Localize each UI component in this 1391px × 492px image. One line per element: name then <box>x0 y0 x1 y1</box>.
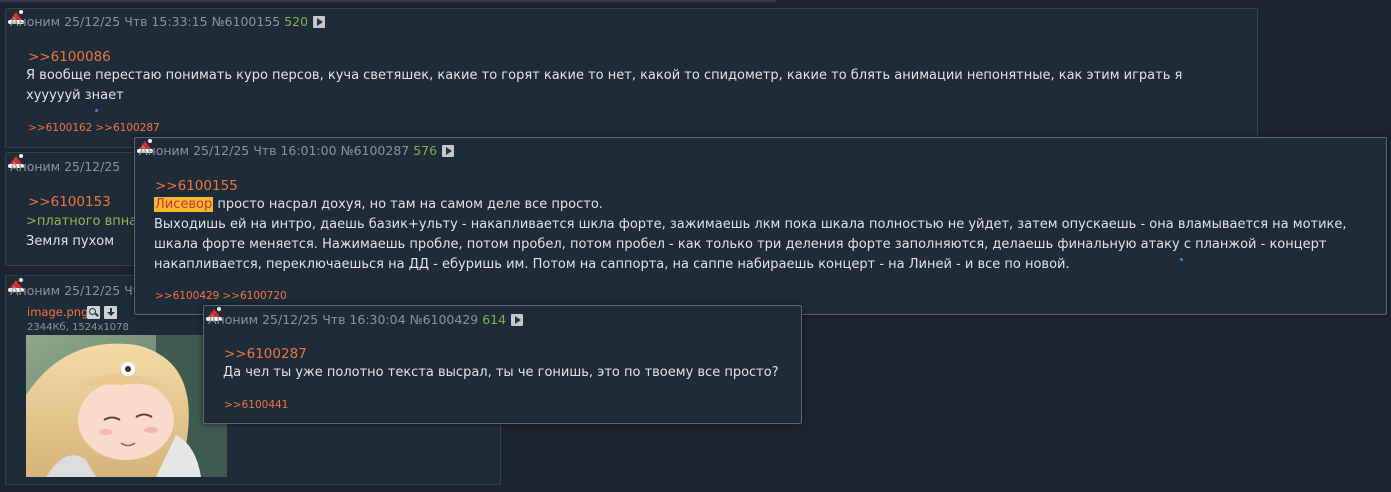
author-name: Аноним <box>10 283 61 298</box>
post-text-line: Я вообще перестаю понимать куро персов, … <box>26 68 1183 83</box>
image-thumbnail[interactable] <box>26 335 227 477</box>
top-divider <box>0 0 776 2</box>
post-count: 576 <box>413 143 438 158</box>
download-icon[interactable] <box>104 306 117 319</box>
post-text: Земля пухом <box>26 234 115 249</box>
post-header: Аноним 25/12/25 <box>10 159 124 174</box>
backlink[interactable]: >>6100162 <box>28 122 92 134</box>
decor-dot <box>95 109 98 112</box>
post-text: Да чел ты уже полотно текста высрал, ты … <box>223 365 779 380</box>
post-datetime: 25/12/25 Чтв 16:30:04 <box>262 312 406 327</box>
post-text-line: Лисевор просто насрал дохуя, но там на с… <box>154 195 1379 215</box>
post-text: Лисевор просто насрал дохуя, но там на с… <box>154 195 1379 275</box>
post-number[interactable]: №6100287 <box>341 143 410 158</box>
reply-popup-6100429: Аноним 25/12/25 Чтв 16:30:04 №6100429 614 >… <box>203 305 802 424</box>
post-number[interactable]: №6100429 <box>410 312 479 327</box>
post-header: Аноним 25/12/25 Чтв 15:33:15 №6100155 520 <box>10 14 326 29</box>
post-datetime: 25/12/25 <box>64 159 121 174</box>
post-text: Я вообще перестаю понимать куро персов, … <box>26 66 1246 106</box>
backlink[interactable]: >>6100720 <box>222 290 286 302</box>
post-header: Аноним 25/12/25 Чтв 16:01:00 №6100287 576 <box>139 143 455 158</box>
author-name: Аноним <box>10 14 61 29</box>
thumbnail-art <box>26 335 227 477</box>
post-6100155: Аноним 25/12/25 Чтв 15:33:15 №6100155 520 >… <box>5 8 1258 148</box>
reply-link[interactable]: >>6100086 <box>28 49 111 65</box>
backlinks: >>6100162 >>6100287 <box>28 122 163 134</box>
file-name[interactable]: image.png <box>27 305 88 319</box>
play-icon[interactable] <box>313 16 326 28</box>
post-text-line: хуууууй знает <box>26 88 124 103</box>
greentext: >платного впна <box>26 214 138 229</box>
backlinks: >>6100429 >>6100720 <box>155 290 290 302</box>
author-name: Аноним <box>10 159 61 174</box>
backlink[interactable]: >>6100441 <box>224 399 288 411</box>
highlighted-name: Лисевор <box>154 197 214 212</box>
post-count: 520 <box>284 14 309 29</box>
post-text-line: накапливается, переключаешься на ДД - еб… <box>154 257 1070 272</box>
backlinks: >>6100441 <box>224 399 291 411</box>
backlink[interactable]: >>6100429 <box>155 290 219 302</box>
author-name: Аноним <box>208 312 259 327</box>
play-icon[interactable] <box>511 314 524 326</box>
reply-link[interactable]: >>6100153 <box>28 194 111 210</box>
play-icon[interactable] <box>442 145 455 157</box>
post-header: Аноним 25/12/25 Чтв 16:30:04 №6100429 614 <box>208 312 524 327</box>
post-datetime: 25/12/25 Чтв 16:01:00 <box>193 143 337 158</box>
decor-dot <box>1180 258 1183 261</box>
author-name: Аноним <box>139 143 190 158</box>
file-meta: 2344Кб, 1524x1078 <box>27 322 129 333</box>
reply-link[interactable]: >>6100155 <box>155 178 238 194</box>
post-header: Аноним 25/12/25 Чт <box>10 283 144 298</box>
post-text-line: шкала форте меняется. Нажимаешь пробле, … <box>154 237 1327 252</box>
post-count: 614 <box>482 312 507 327</box>
backlink[interactable]: >>6100287 <box>95 122 159 134</box>
reply-link[interactable]: >>6100287 <box>224 346 307 362</box>
post-text-first-line: просто насрал дохуя, но там на самом дел… <box>213 197 603 212</box>
search-icon[interactable] <box>87 306 100 319</box>
reply-popup-6100287: Аноним 25/12/25 Чтв 16:01:00 №6100287 576 >… <box>134 137 1387 315</box>
post-datetime: 25/12/25 Чт <box>64 283 141 298</box>
post-text-line: Выходишь ей на интро, даешь базик+ульту … <box>154 217 1347 232</box>
post-number[interactable]: №6100155 <box>212 14 281 29</box>
post-datetime: 25/12/25 Чтв 15:33:15 <box>64 14 208 29</box>
